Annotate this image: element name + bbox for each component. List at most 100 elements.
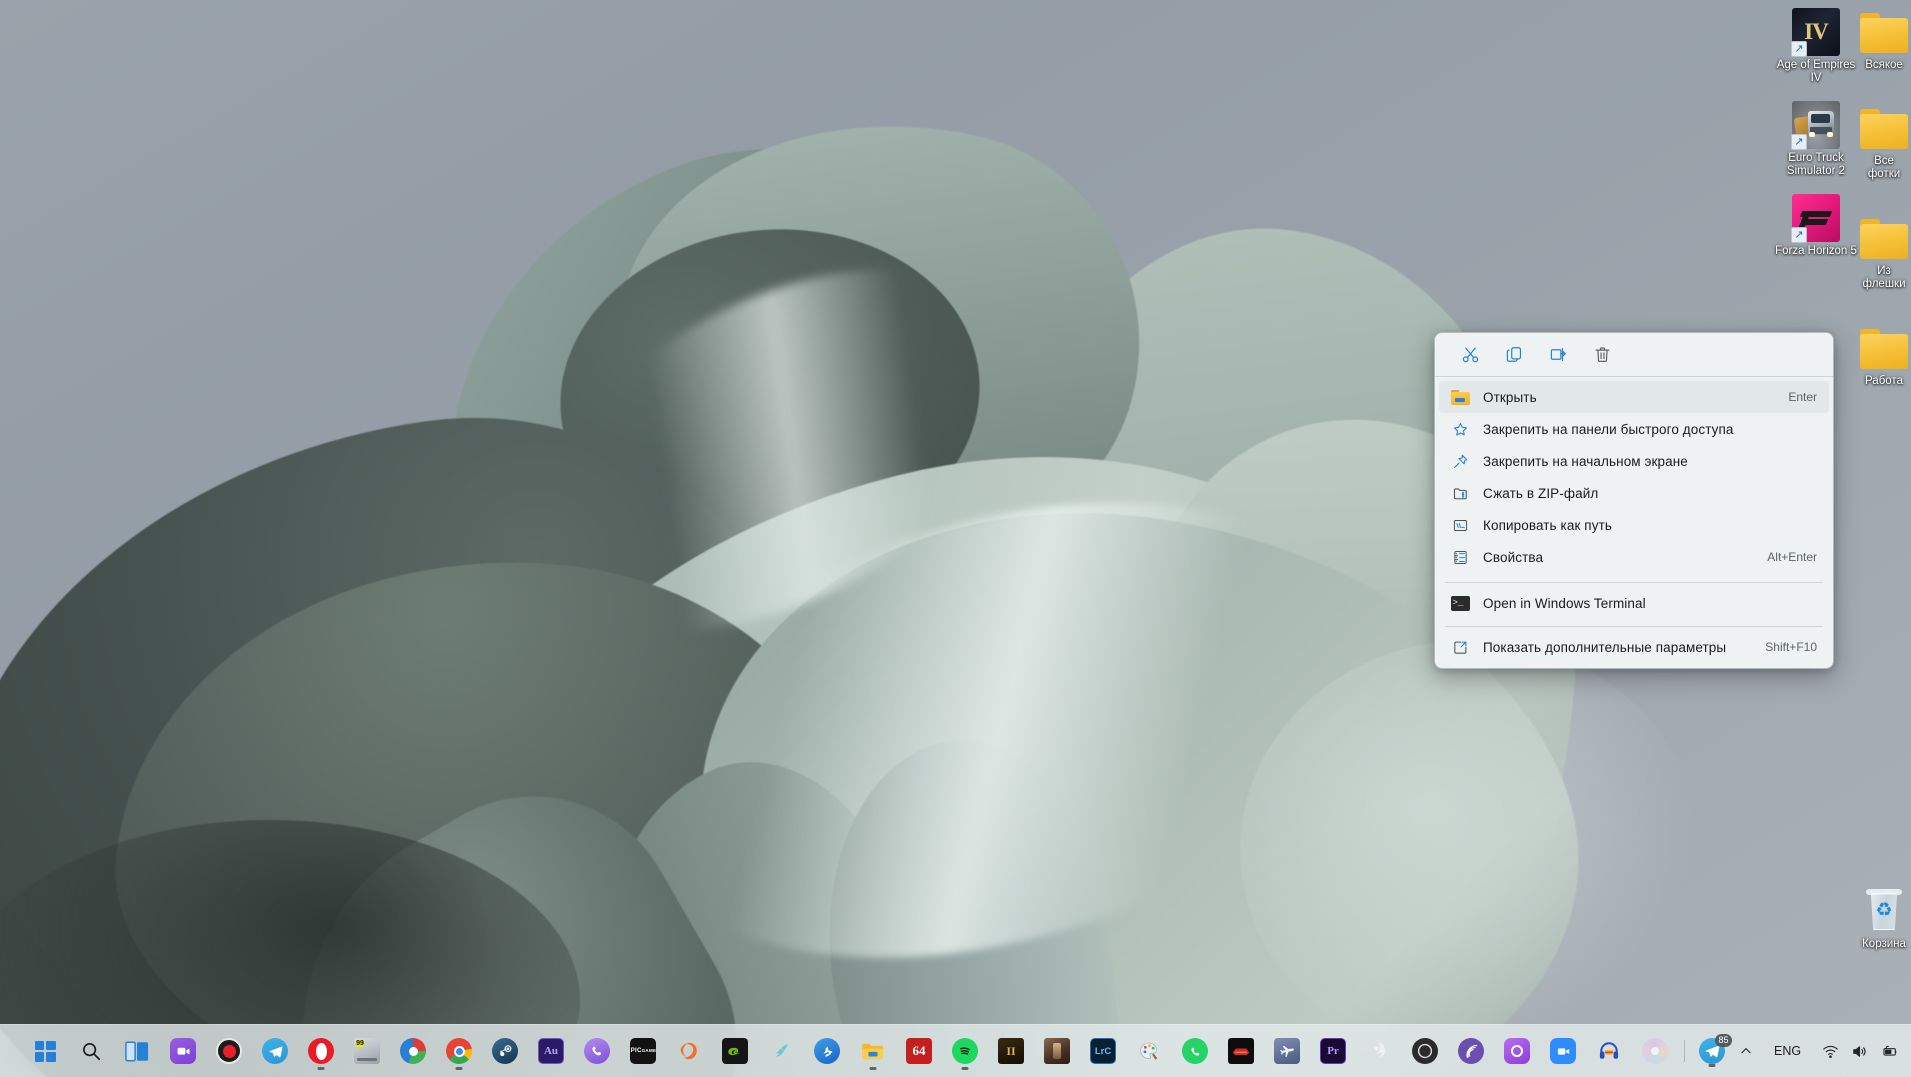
show-more-icon: [1449, 637, 1471, 657]
game-app[interactable]: [1037, 1031, 1077, 1071]
context-menu-tertiary-items: Показать дополнительные параметры Shift+…: [1435, 631, 1833, 668]
record-app[interactable]: [209, 1031, 249, 1071]
context-menu-item-show-more-options[interactable]: Показать дополнительные параметры Shift+…: [1439, 631, 1829, 663]
zoom-app[interactable]: [1543, 1031, 1583, 1071]
clock[interactable]: 9:28 07.12.2021: [1906, 1036, 1911, 1066]
disc-app[interactable]: [1635, 1031, 1675, 1071]
context-menu-separator: [1445, 582, 1823, 583]
file-context-menu: Открыть Enter Закрепить на панели быстро…: [1434, 332, 1834, 669]
remote-desktop-app[interactable]: 99: [347, 1031, 387, 1071]
desktop-icons-folders-column: Всякое Все фотки Из флешки Работа: [1856, 4, 1911, 400]
chat-button[interactable]: [163, 1031, 203, 1071]
context-menu-item-label: Open in Windows Terminal: [1483, 595, 1646, 611]
desktop-folder-vsyakoe[interactable]: Всякое: [1856, 4, 1911, 78]
steam-app[interactable]: [485, 1031, 525, 1071]
taskbar-app-list: 99 Au EPICGAMES 64 II LrC Pr: [0, 1031, 1678, 1071]
purple-circle-app[interactable]: [1497, 1031, 1537, 1071]
desktop-icon-label: Euro Truck Simulator 2: [1786, 152, 1846, 177]
search-button[interactable]: [71, 1031, 111, 1071]
desktop-folder-rabota[interactable]: Работа: [1856, 320, 1911, 394]
context-menu-toolbar: [1435, 333, 1833, 377]
volume-icon[interactable]: [1845, 1031, 1874, 1071]
spotify-app[interactable]: [945, 1031, 985, 1071]
language-indicator[interactable]: ENG: [1759, 1031, 1816, 1071]
paint-app[interactable]: [1129, 1031, 1169, 1071]
mediaget-app[interactable]: [393, 1031, 433, 1071]
context-menu-secondary-items: >_ Open in Windows Terminal: [1435, 587, 1833, 622]
properties-icon: [1449, 547, 1471, 567]
context-menu-item-label: Показать дополнительные параметры: [1483, 639, 1727, 655]
context-menu-item-label: Закрепить на начальном экране: [1483, 453, 1688, 469]
context-menu-item-pin-to-start[interactable]: Закрепить на начальном экране: [1439, 445, 1829, 477]
origin-app[interactable]: [669, 1031, 709, 1071]
epic-games-app[interactable]: EPICGAMES: [623, 1031, 663, 1071]
cut-icon[interactable]: [1449, 338, 1491, 372]
telegram-tray-icon[interactable]: 85: [1691, 1031, 1733, 1071]
rename-icon[interactable]: [1537, 338, 1579, 372]
system-tray: 85 ENG 9:28 07.: [1678, 1025, 1911, 1077]
opera-app[interactable]: [301, 1031, 341, 1071]
lightroom-app[interactable]: LrC: [1083, 1031, 1123, 1071]
whatsapp-app[interactable]: [1175, 1031, 1215, 1071]
viber-app[interactable]: [577, 1031, 617, 1071]
context-menu-item-open[interactable]: Открыть Enter: [1439, 381, 1829, 413]
context-menu-item-label: Копировать как путь: [1483, 517, 1612, 533]
euro-truck-simulator-icon: ↗: [1791, 101, 1840, 150]
diablo-app[interactable]: II: [991, 1031, 1031, 1071]
age-of-empires-icon: IV ↗: [1791, 8, 1840, 57]
battery-icon[interactable]: [1874, 1031, 1906, 1071]
reg-organizer-app[interactable]: 64: [899, 1031, 939, 1071]
context-menu-item-copy-as-path[interactable]: Копировать как путь: [1439, 509, 1829, 541]
running-indicator: [961, 1067, 969, 1070]
racing-game-app[interactable]: [1221, 1031, 1261, 1071]
audio-app[interactable]: [1589, 1031, 1629, 1071]
context-menu-item-accel: Shift+F10: [1765, 640, 1817, 654]
chrome-app[interactable]: [439, 1031, 479, 1071]
file-explorer-app[interactable]: [853, 1031, 893, 1071]
nvidia-app[interactable]: [715, 1031, 755, 1071]
running-indicator: [317, 1067, 325, 1070]
obs-app[interactable]: [1405, 1031, 1445, 1071]
folder-icon: [1860, 324, 1908, 372]
folder-icon: [1860, 214, 1908, 262]
hummingbird-app[interactable]: [761, 1031, 801, 1071]
delete-icon[interactable]: [1581, 338, 1623, 372]
context-menu-item-properties[interactable]: Свойства Alt+Enter: [1439, 541, 1829, 573]
desktop-icon-age-of-empires[interactable]: IV ↗ Age of Empires IV: [1772, 4, 1860, 91]
battlenet-app[interactable]: [807, 1031, 847, 1071]
context-menu-item-pin-quick-access[interactable]: Закрепить на панели быстрого доступа: [1439, 413, 1829, 445]
desktop-icon-euro-truck-simulator[interactable]: ↗ Euro Truck Simulator 2: [1772, 97, 1860, 184]
shortcut-arrow-icon: ↗: [1791, 41, 1807, 57]
star-icon: [1449, 419, 1471, 439]
telegram-app[interactable]: [255, 1031, 295, 1071]
desktop-icon-label: Forza Horizon 5: [1775, 245, 1857, 257]
zip-icon: [1449, 483, 1471, 503]
desktop-folder-iz-fleshki[interactable]: Из флешки: [1856, 210, 1911, 297]
taskbar: 99 Au EPICGAMES 64 II LrC Pr 85 ENG: [0, 1024, 1911, 1077]
start-button[interactable]: [25, 1031, 65, 1071]
desktop-folder-vse-fotki[interactable]: Все фотки: [1856, 100, 1911, 187]
context-menu-separator: [1445, 626, 1823, 627]
desktop-icon-label: Age of Empires IV: [1776, 59, 1856, 84]
folder-icon: [1860, 8, 1908, 56]
context-menu-item-compress-zip[interactable]: Сжать в ZIP-файл: [1439, 477, 1829, 509]
copy-icon[interactable]: [1493, 338, 1535, 372]
context-menu-item-accel: Enter: [1788, 390, 1817, 404]
tray-overflow-chevron-icon[interactable]: [1733, 1031, 1759, 1071]
copy-path-icon: [1449, 515, 1471, 535]
desktop-icon-recycle-bin[interactable]: ♻ Корзина: [1840, 883, 1911, 957]
steelseries-app[interactable]: [1359, 1031, 1399, 1071]
audition-app[interactable]: Au: [531, 1031, 571, 1071]
context-menu-item-open-in-terminal[interactable]: >_ Open in Windows Terminal: [1439, 587, 1829, 619]
wifi-icon[interactable]: [1816, 1031, 1845, 1071]
desktop-icon-label: Из флешки: [1862, 265, 1906, 290]
task-view-button[interactable]: [117, 1031, 157, 1071]
context-menu-item-label: Закрепить на панели быстрого доступа: [1483, 421, 1734, 437]
flight-sim-app[interactable]: [1267, 1031, 1307, 1071]
bittorrent-app[interactable]: [1451, 1031, 1491, 1071]
premiere-app[interactable]: Pr: [1313, 1031, 1353, 1071]
telegram-badge: 85: [1715, 1034, 1732, 1047]
desktop-icon-forza-horizon[interactable]: ↗ Forza Horizon 5: [1772, 190, 1860, 264]
folder-open-icon: [1449, 387, 1471, 407]
context-menu-primary-items: Открыть Enter Закрепить на панели быстро…: [1435, 377, 1833, 578]
